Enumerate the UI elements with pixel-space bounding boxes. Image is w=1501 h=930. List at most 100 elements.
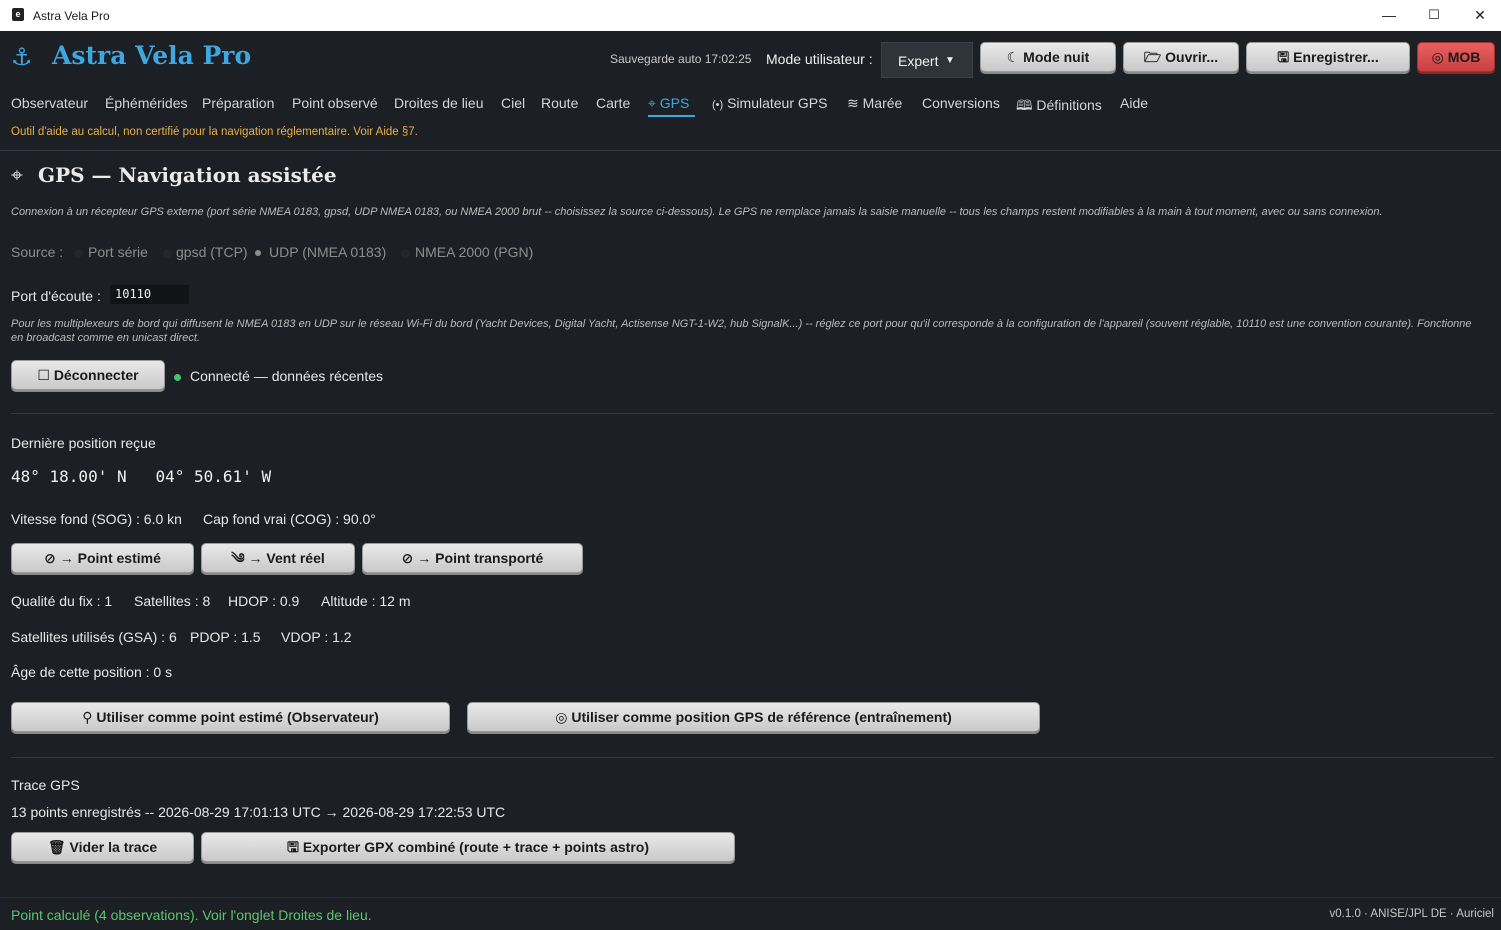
use-as-reference-button[interactable]: ◎ Utiliser comme position GPS de référen…	[467, 702, 1040, 732]
to-true-wind-label: → Vent réel	[248, 550, 325, 566]
app-name: Astra Vela Pro	[52, 41, 252, 70]
save-button[interactable]: 🖫 Enregistrer...	[1246, 42, 1410, 72]
clear-track-button[interactable]: 🗑 Vider la trace	[11, 832, 194, 862]
sog-readout: Vitesse fond (SOG) : 6.0 kn	[11, 511, 182, 527]
tab-simulateur-gps[interactable]: (•) Simulateur GPS	[712, 95, 827, 111]
close-button[interactable]: ✕	[1469, 5, 1491, 25]
tab-maree-label: Marée	[862, 95, 903, 111]
maximize-button[interactable]: ☐	[1423, 5, 1445, 25]
window-title: Astra Vela Pro	[33, 9, 110, 23]
disconnect-button[interactable]: ☐ Déconnecter	[11, 360, 165, 390]
tab-observateur[interactable]: Observateur	[11, 95, 88, 111]
mob-button[interactable]: ◎ MOB	[1417, 42, 1495, 72]
connection-status: Connecté — données récentes	[190, 368, 384, 384]
gsa-satellites: Satellites utilisés (GSA) : 6	[11, 629, 177, 645]
use-as-dr-button[interactable]: ⚲ Utiliser comme point estimé (Observate…	[11, 702, 450, 732]
night-mode-label: Mode nuit	[1023, 49, 1090, 65]
source-udp[interactable]: UDP (NMEA 0183)	[269, 244, 386, 260]
connection-status-dot	[174, 374, 181, 381]
minimize-button[interactable]: —	[1378, 5, 1400, 25]
divider	[11, 413, 1494, 414]
active-tab-indicator	[648, 115, 695, 117]
tab-definitions[interactable]: 🕮 Définitions	[1016, 95, 1102, 119]
tab-route[interactable]: Route	[541, 95, 578, 111]
page-title: GPS — Navigation assistée	[38, 163, 337, 187]
altitude-value: Altitude : 12 m	[321, 593, 411, 609]
trash-icon: 🗑	[47, 839, 66, 855]
app-icon: e	[12, 8, 24, 21]
to-transferred-point-button[interactable]: ⊘ → Point transporté	[362, 543, 583, 573]
waves-icon: ≋	[847, 95, 859, 111]
user-mode-label: Mode utilisateur :	[766, 51, 873, 67]
tab-aide[interactable]: Aide	[1120, 95, 1148, 111]
crosshair-icon: ⌖	[648, 95, 656, 111]
book-icon: 🕮	[1016, 97, 1033, 113]
last-position-label: Dernière position reçue	[11, 435, 156, 451]
tab-gps[interactable]: ⌖ GPS	[648, 95, 689, 112]
track-info: 13 points enregistrés -- 2026-08-29 17:0…	[11, 804, 506, 820]
fix-quality: Qualité du fix : 1	[11, 593, 113, 609]
tab-maree[interactable]: ≋ Marée	[847, 95, 902, 112]
to-dead-reckoning-label: → Point estimé	[59, 550, 161, 566]
chevron-down-icon: ▼	[945, 55, 955, 66]
floppy-icon: 🖫	[286, 839, 299, 855]
save-label: Enregistrer...	[1293, 49, 1379, 65]
open-button[interactable]: 🗁 Ouvrir...	[1123, 42, 1239, 72]
export-gpx-button[interactable]: 🖫 Exporter GPX combiné (route + trace + …	[201, 832, 735, 862]
tab-ciel[interactable]: Ciel	[501, 95, 525, 111]
moon-icon: ☾	[1006, 49, 1020, 65]
radio-port-serie[interactable]	[74, 249, 83, 258]
cog-readout: Cap fond vrai (COG) : 90.0°	[203, 511, 376, 527]
tab-conversions[interactable]: Conversions	[922, 95, 1000, 111]
intro-note: Connexion à un récepteur GPS externe (po…	[11, 206, 1383, 218]
source-nmea2000[interactable]: NMEA 2000 (PGN)	[415, 244, 533, 260]
broadcast-icon: (•)	[712, 99, 724, 111]
certification-warning: Outil d'aide au calcul, non certifié pou…	[11, 126, 418, 138]
hdop-value: HDOP : 0.9	[228, 593, 300, 609]
source-gpsd[interactable]: gpsd (TCP)	[176, 244, 248, 260]
tab-droites-de-lieu[interactable]: Droites de lieu	[394, 95, 484, 111]
tab-bar: Observateur Éphémérides Préparation Poin…	[0, 93, 1501, 119]
tab-ephemerides[interactable]: Éphémérides	[105, 95, 188, 111]
clear-track-label: Vider la trace	[69, 839, 158, 855]
folder-icon: 🗁	[1143, 49, 1162, 65]
source-label: Source :	[11, 244, 64, 260]
satellites-count: Satellites : 8	[134, 593, 211, 609]
compass-icon: ⊘	[401, 550, 414, 566]
tab-carte[interactable]: Carte	[596, 95, 630, 111]
target-icon: ◎	[555, 709, 568, 725]
gps-target-icon: ⌖	[11, 164, 23, 187]
track-label: Trace GPS	[11, 777, 80, 793]
use-as-dr-label: Utiliser comme point estimé (Observateur…	[96, 709, 379, 725]
autosave-status: Sauvegarde auto 17:02:25	[610, 52, 752, 66]
radio-nmea2000[interactable]	[401, 249, 410, 258]
radio-udp[interactable]	[255, 250, 261, 256]
vdop-value: VDOP : 1.2	[281, 629, 352, 645]
port-input[interactable]: 10110	[110, 285, 189, 304]
night-mode-button[interactable]: ☾ Mode nuit	[980, 42, 1116, 72]
compass-icon: ⊘	[44, 550, 56, 566]
position-age: Âge de cette position : 0 s	[11, 664, 173, 680]
to-dead-reckoning-button[interactable]: ⊘ → Point estimé	[11, 543, 194, 573]
tab-definitions-label: Définitions	[1036, 97, 1102, 113]
divider	[0, 150, 1501, 151]
source-port-serie[interactable]: Port série	[88, 244, 148, 260]
to-transferred-point-label: → Point transporté	[417, 550, 544, 566]
port-label: Port d'écoute :	[11, 288, 101, 304]
tab-point-observe[interactable]: Point observé	[292, 95, 378, 111]
export-gpx-label: Exporter GPX combiné (route + trace + po…	[302, 839, 650, 855]
tab-gps-label: GPS	[659, 95, 690, 111]
disconnect-label: Déconnecter	[53, 367, 139, 383]
pdop-value: PDOP : 1.5	[190, 629, 261, 645]
to-true-wind-button[interactable]: ༄ → Vent réel	[201, 543, 355, 573]
open-label: Ouvrir...	[1165, 49, 1219, 65]
user-mode-select[interactable]: Expert ▼	[881, 42, 973, 78]
tab-preparation[interactable]: Préparation	[202, 95, 274, 111]
version-info: v0.1.0 · ANISE/JPL DE · Auriciel	[1329, 908, 1494, 920]
user-mode-value: Expert	[898, 53, 939, 69]
target-icon: ◎	[1431, 49, 1444, 65]
mob-label: MOB	[1447, 49, 1481, 65]
anchor-icon: ⚓	[11, 44, 33, 71]
radio-gpsd[interactable]	[163, 249, 172, 258]
floppy-icon: 🖫	[1277, 49, 1290, 65]
